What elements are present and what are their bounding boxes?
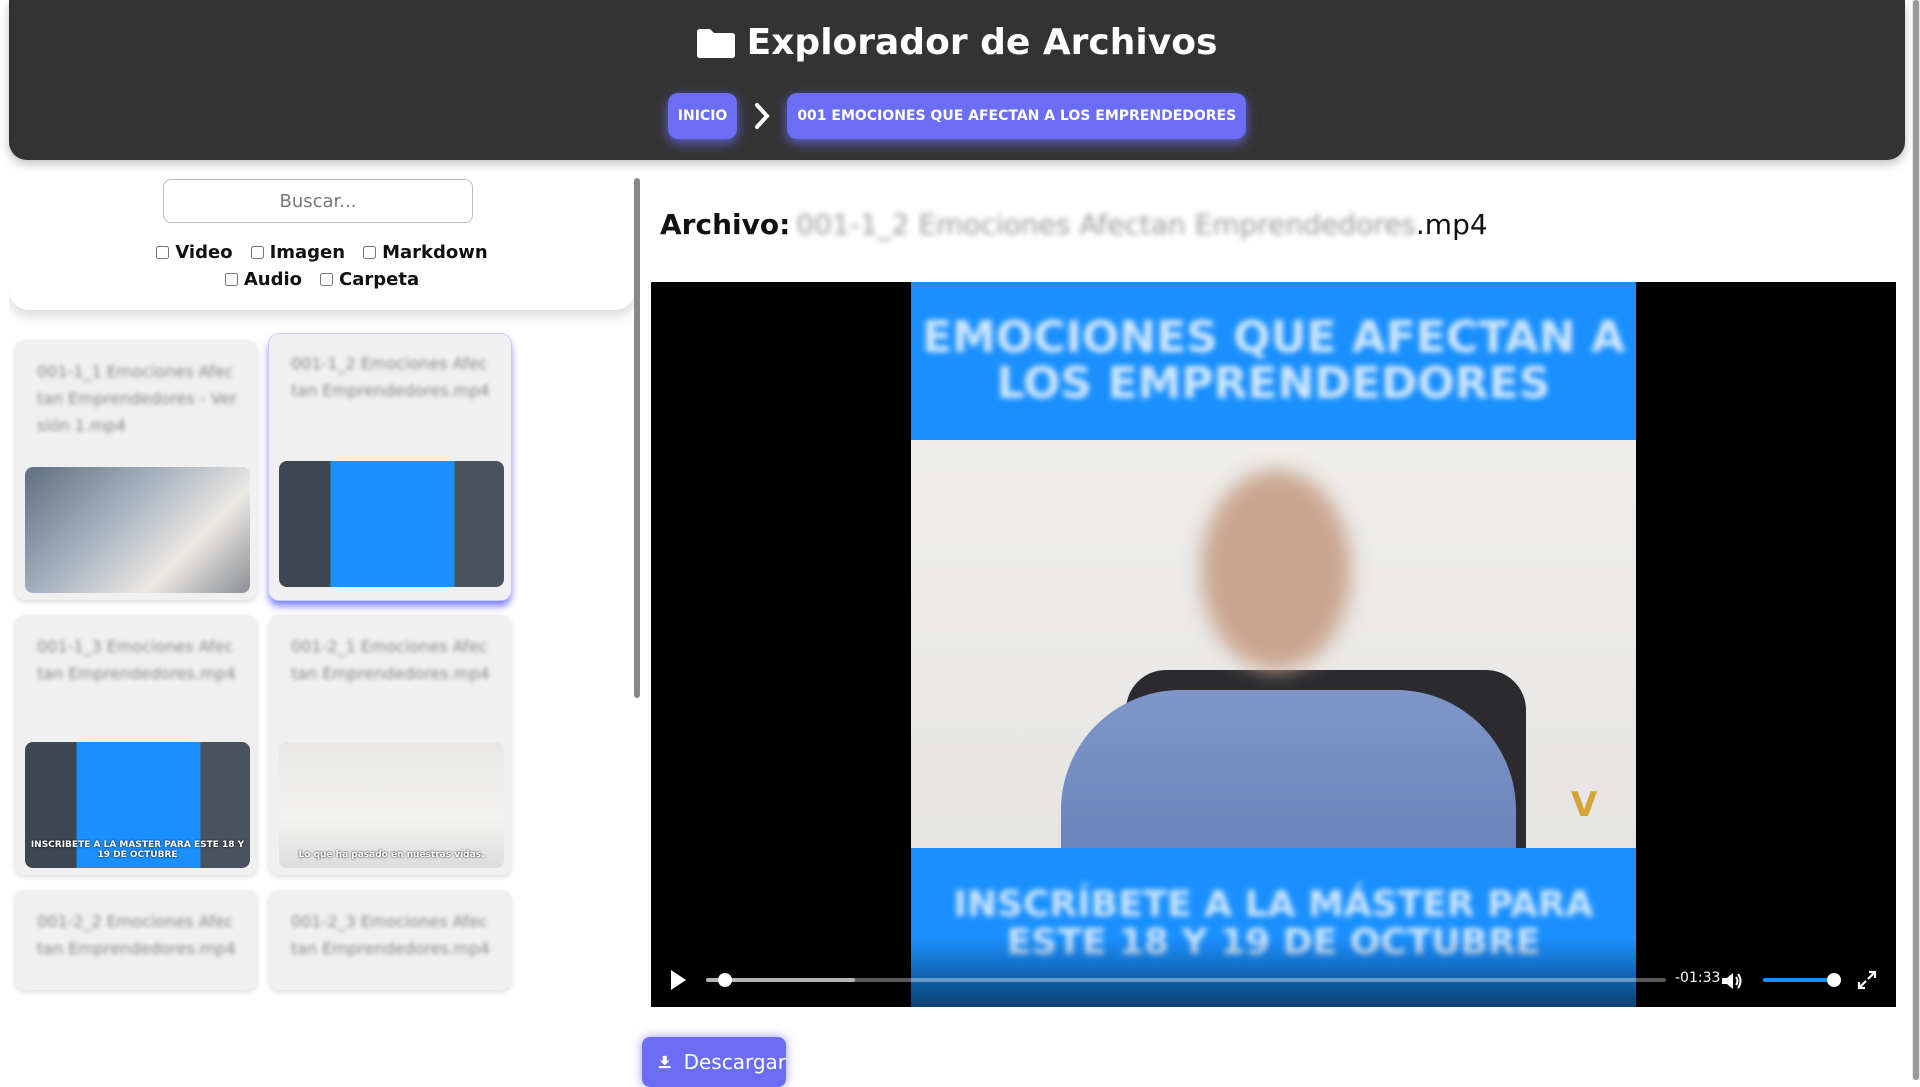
filter-image[interactable]: Imagen [250, 242, 346, 263]
volume-handle[interactable] [1827, 973, 1841, 987]
file-card[interactable]: 001-2_1 Emociones Afectan Emprendedores.… [269, 615, 511, 875]
seek-handle[interactable] [717, 973, 732, 987]
file-card-name: 001-2_2 Emociones Afectan Emprendedores.… [37, 912, 236, 958]
breadcrumb: INICIO 001 EMOCIONES QUE AFECTAN A LOS E… [9, 93, 1905, 139]
file-card-name: 001-1_2 Emociones Afectan Emprendedores.… [291, 354, 490, 400]
page-scrollbar[interactable] [1912, 0, 1920, 1080]
folder-icon [696, 28, 735, 58]
person-head-shape [1201, 470, 1351, 670]
page-title: Explorador de Archivos [9, 22, 1905, 63]
file-card-selected[interactable]: 001-1_2 Emociones Afectan Emprendedores.… [269, 334, 511, 600]
thumbnail-caption: INSCRIBETE A LA MASTER PARA ESTE 18 Y 19… [30, 840, 245, 860]
page-scrollbar-thumb[interactable] [1913, 0, 1919, 1080]
app-header: Explorador de Archivos INICIO 001 EMOCIO… [9, 0, 1905, 160]
file-card[interactable]: 001-2_3 Emociones Afectan Emprendedores.… [269, 890, 511, 990]
file-card[interactable]: 001-2_2 Emociones Afectan Emprendedores.… [15, 890, 257, 990]
video-scene: V [911, 440, 1636, 860]
volume-icon[interactable] [1721, 971, 1743, 991]
filter-video[interactable]: Video [156, 242, 233, 263]
volume-slider[interactable] [1763, 973, 1841, 987]
file-card[interactable]: 001-1_3 Emociones Afectan Emprendedores.… [15, 615, 257, 875]
filter-label: Video [175, 242, 233, 263]
time-remaining: -01:33 [1675, 970, 1721, 986]
filter-video-checkbox[interactable] [156, 246, 170, 259]
fullscreen-icon[interactable] [1857, 970, 1877, 990]
file-title: Archivo: 001-1_2 Emociones Afectan Empren… [660, 208, 1488, 241]
video-frame: EMOCIONES QUE AFECTAN A LOS EMPRENDEDORE… [911, 282, 1636, 1007]
title-text: Explorador de Archivos [746, 22, 1218, 63]
file-card-name: 001-2_3 Emociones Afectan Emprendedores.… [291, 912, 490, 958]
filter-label: Audio [243, 269, 303, 290]
file-thumbnail [279, 461, 504, 587]
filter-markdown-checkbox[interactable] [363, 246, 377, 259]
file-thumbnail [25, 467, 250, 593]
filter-panel: Video Imagen Markdown Audio Carpeta [9, 176, 635, 310]
chevron-right-icon [755, 103, 771, 129]
sidebar-scrollbar[interactable] [634, 178, 640, 698]
file-extension: .mp4 [1415, 208, 1488, 241]
file-card-name: 001-2_1 Emociones Afectan Emprendedores.… [291, 637, 490, 683]
breadcrumb-current-folder[interactable]: 001 EMOCIONES QUE AFECTAN A LOS EMPRENDE… [787, 93, 1247, 139]
filter-markdown[interactable]: Markdown [363, 242, 488, 263]
play-icon[interactable] [671, 970, 686, 990]
filter-label: Imagen [269, 242, 346, 263]
banner-top-text: EMOCIONES QUE AFECTAN A LOS EMPRENDEDORE… [921, 312, 1625, 409]
seek-bar[interactable] [706, 973, 1666, 987]
download-icon [658, 1055, 671, 1069]
filter-row-2: Audio Carpeta [9, 269, 635, 290]
filter-folder-checkbox[interactable] [320, 273, 334, 286]
filter-image-checkbox[interactable] [250, 246, 264, 259]
file-card-name: 001-1_3 Emociones Afectan Emprendedores.… [37, 637, 236, 683]
file-name: 001-1_2 Emociones Afectan Emprendedores [796, 208, 1416, 241]
person-shape [1061, 690, 1516, 860]
filter-label: Carpeta [339, 269, 420, 290]
file-label: Archivo: [660, 208, 791, 241]
filter-audio-checkbox[interactable] [224, 273, 238, 286]
filter-row-1: Video Imagen Markdown [9, 242, 635, 263]
file-thumbnail: Lo que ha pasado en nuestras vidas. [279, 742, 504, 868]
download-label: Descargar [683, 1050, 786, 1074]
brand-logo-icon: V [1571, 785, 1598, 825]
search-input[interactable] [163, 179, 473, 223]
video-controls: -01:33 [651, 937, 1896, 1007]
video-player[interactable]: EMOCIONES QUE AFECTAN A LOS EMPRENDEDORE… [651, 282, 1896, 1007]
filter-label: Markdown [382, 242, 488, 263]
filter-folder[interactable]: Carpeta [320, 269, 419, 290]
thumbnail-caption: Lo que ha pasado en nuestras vidas. [298, 850, 485, 860]
breadcrumb-home[interactable]: INICIO [667, 93, 738, 139]
video-banner-top: EMOCIONES QUE AFECTAN A LOS EMPRENDEDORE… [911, 282, 1636, 440]
file-card[interactable]: 001-1_1 Emociones Afectan Emprendedores … [15, 340, 257, 600]
file-card-name: 001-1_1 Emociones Afectan Emprendedores … [37, 362, 237, 435]
filter-audio[interactable]: Audio [224, 269, 303, 290]
file-thumbnail: INSCRIBETE A LA MASTER PARA ESTE 18 Y 19… [25, 742, 250, 868]
